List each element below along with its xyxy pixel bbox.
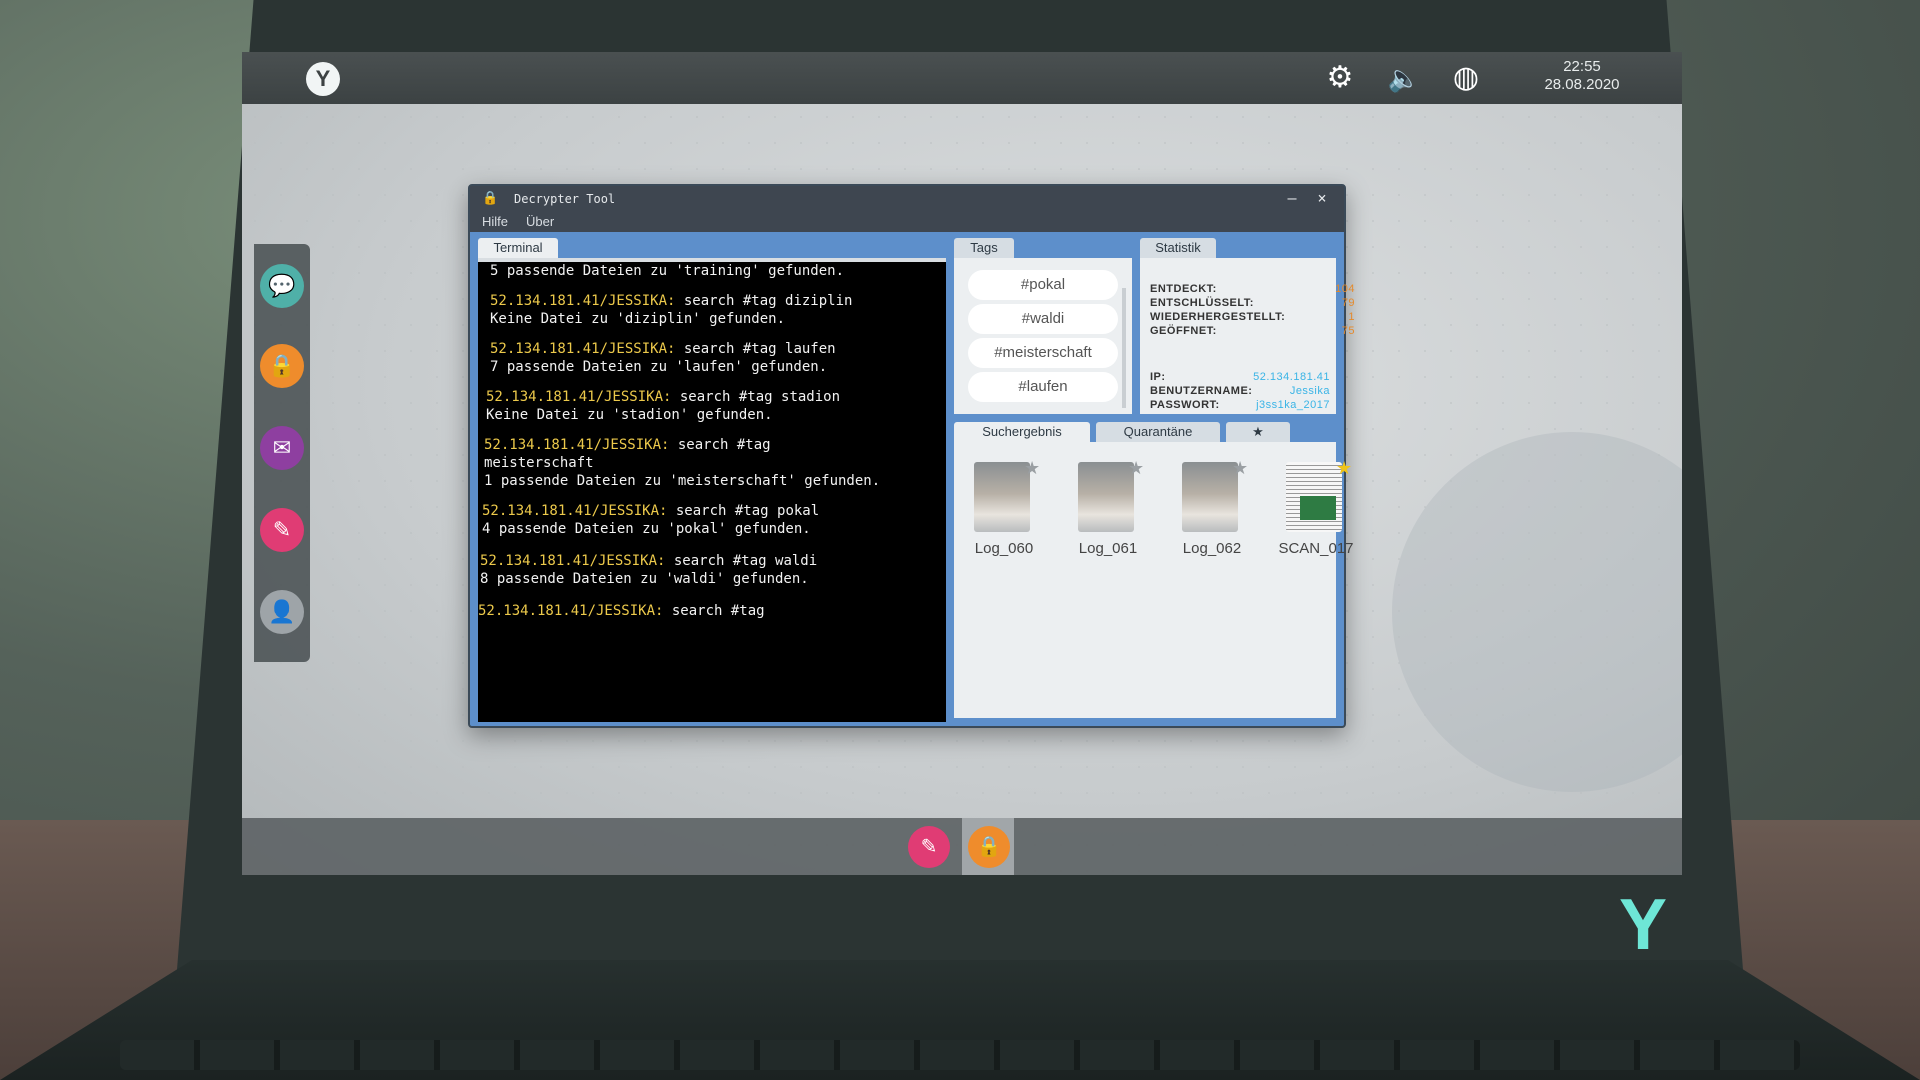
terminal-line: 52.134.181.41/JESSIKA: search #tag waldi xyxy=(480,553,818,569)
sidebar-dock: 💬 🔒 ✉ ✎ 👤 xyxy=(254,244,310,662)
tag-pill[interactable]: #pokal xyxy=(968,270,1118,300)
decrypter-window: 🔒 Decrypter Tool – × Hilfe Über Terminal… xyxy=(468,184,1355,728)
tags-scrollbar[interactable] xyxy=(1122,288,1126,408)
file-name: Log_060 xyxy=(974,540,1034,557)
chat-icon[interactable]: 💬 xyxy=(260,264,304,308)
terminal-line: Keine Datei zu 'stadion' gefunden. xyxy=(486,407,773,423)
star-icon: ★ xyxy=(1252,424,1264,439)
file-thumbnail[interactable]: ★ Log_062 xyxy=(1172,458,1252,562)
taskbar-lock-icon[interactable]: 🔒 xyxy=(968,826,1010,868)
globe-icon[interactable]: ◍ xyxy=(1446,60,1486,96)
lock-icon[interactable]: 🔒 xyxy=(260,344,304,388)
tag-pill[interactable]: #laufen xyxy=(968,372,1118,402)
close-button[interactable]: × xyxy=(1310,186,1334,212)
tag-pill[interactable]: #waldi xyxy=(968,304,1118,334)
stat-password: PASSWORT: j3ss1ka_2017 xyxy=(1150,399,1330,411)
star-icon[interactable]: ★ xyxy=(1024,458,1040,479)
stat-row: ENTSCHLÜSSELT: 79 xyxy=(1150,297,1355,309)
window-titlebar[interactable]: 🔒 Decrypter Tool – × xyxy=(470,186,1344,212)
terminal-output[interactable]: 5 passende Dateien zu 'training' gefunde… xyxy=(478,258,946,722)
file-name: Log_061 xyxy=(1078,540,1138,557)
terminal-line: 52.134.181.41/JESSIKA: search #tag xyxy=(478,603,765,619)
taskbar: ✎ 🔒 xyxy=(242,818,1682,875)
window-lock-icon: 🔒 xyxy=(482,191,499,206)
file-thumbnail[interactable]: ★ SCAN_017 xyxy=(1276,458,1356,562)
clock-date: 28.08.2020 xyxy=(1544,76,1620,93)
terminal-line: 7 passende Dateien zu 'laufen' gefunden. xyxy=(490,359,828,375)
tab-terminal[interactable]: Terminal xyxy=(478,238,558,258)
file-image xyxy=(1182,462,1238,532)
results-panel: ★ Log_060 ★ Log_061 ★ Log_062 ★ SCAN_017 xyxy=(954,442,1354,718)
terminal-line: meisterschaft xyxy=(484,455,594,471)
stat-row: WIEDERHERGESTELLT: 1 xyxy=(1150,311,1355,323)
file-thumbnail[interactable]: ★ Log_060 xyxy=(964,458,1044,562)
desktop-screen: Y ⚙ 🔈 ◍ 22:55 28.08.2020 💬 🔒 ✉ ✎ 👤 ✎ 🔒 🔒… xyxy=(242,52,1682,875)
terminal-line: 5 passende Dateien zu 'training' gefunde… xyxy=(490,263,845,279)
file-thumbnail[interactable]: ★ Log_061 xyxy=(1068,458,1148,562)
gear-icon[interactable]: ⚙ xyxy=(1320,60,1360,96)
terminal-line: 1 passende Dateien zu 'meisterschaft' ge… xyxy=(484,473,881,489)
stat-ip: IP: 52.134.181.41 xyxy=(1150,371,1330,383)
os-logo[interactable]: Y xyxy=(306,62,340,96)
stat-username: BENUTZERNAME: Jessika xyxy=(1150,385,1330,397)
tab-quarantaene[interactable]: Quarantäne xyxy=(1096,422,1220,442)
laptop-logo: Y xyxy=(1618,885,1668,965)
menu-hilfe[interactable]: Hilfe xyxy=(482,212,508,232)
file-image xyxy=(1286,462,1342,532)
mail-icon[interactable]: ✉ xyxy=(260,426,304,470)
keyboard xyxy=(120,1040,1800,1070)
taskbar-notes-icon[interactable]: ✎ xyxy=(908,826,950,868)
terminal-line: 52.134.181.41/JESSIKA: search #tag xyxy=(484,437,771,453)
stats-panel: ENTDECKT: 104 ENTSCHLÜSSELT: 79 WIEDERHERG… xyxy=(1140,258,1355,414)
file-name: Log_062 xyxy=(1182,540,1242,557)
notes-icon[interactable]: ✎ xyxy=(260,508,304,552)
stat-row: GEÖFFNET: 75 xyxy=(1150,325,1355,337)
window-title: Decrypter Tool xyxy=(514,192,616,206)
terminal-line: 8 passende Dateien zu 'waldi' gefunden. xyxy=(480,571,809,587)
stat-row: ENTDECKT: 104 xyxy=(1150,283,1355,295)
contact-icon[interactable]: 👤 xyxy=(260,590,304,634)
terminal-line: 52.134.181.41/JESSIKA: search #tag pokal xyxy=(482,503,820,519)
star-icon[interactable]: ★ xyxy=(1336,458,1352,479)
star-icon[interactable]: ★ xyxy=(1128,458,1144,479)
top-bar: Y ⚙ 🔈 ◍ 22:55 28.08.2020 xyxy=(242,52,1682,104)
clock: 22:55 28.08.2020 xyxy=(1522,58,1642,94)
terminal-line: 4 passende Dateien zu 'pokal' gefunden. xyxy=(482,521,811,537)
tab-suchergebnis[interactable]: Suchergebnis xyxy=(954,422,1090,442)
desktop-watermark xyxy=(1392,432,1682,792)
file-image xyxy=(1078,462,1134,532)
window-menu: Hilfe Über xyxy=(470,212,1344,232)
terminal-line: Keine Datei zu 'diziplin' gefunden. xyxy=(490,311,786,327)
minimize-button[interactable]: – xyxy=(1280,186,1304,212)
terminal-line: 52.134.181.41/JESSIKA: search #tag laufe… xyxy=(490,341,836,357)
file-image xyxy=(974,462,1030,532)
menu-ueber[interactable]: Über xyxy=(526,212,554,232)
terminal-line: 52.134.181.41/JESSIKA: search #tag stadi… xyxy=(486,389,841,405)
tab-tags[interactable]: Tags xyxy=(954,238,1014,258)
speaker-icon[interactable]: 🔈 xyxy=(1384,60,1424,96)
tags-panel: #pokal #waldi #meisterschaft #laufen xyxy=(954,258,1132,414)
tab-favorites[interactable]: ★ xyxy=(1226,422,1290,442)
tab-statistik[interactable]: Statistik xyxy=(1140,238,1216,258)
file-name: SCAN_017 xyxy=(1278,540,1354,557)
tag-pill[interactable]: #meisterschaft xyxy=(968,338,1118,368)
star-icon[interactable]: ★ xyxy=(1232,458,1248,479)
terminal-line: 52.134.181.41/JESSIKA: search #tag dizip… xyxy=(490,293,853,309)
clock-time: 22:55 xyxy=(1563,58,1601,75)
